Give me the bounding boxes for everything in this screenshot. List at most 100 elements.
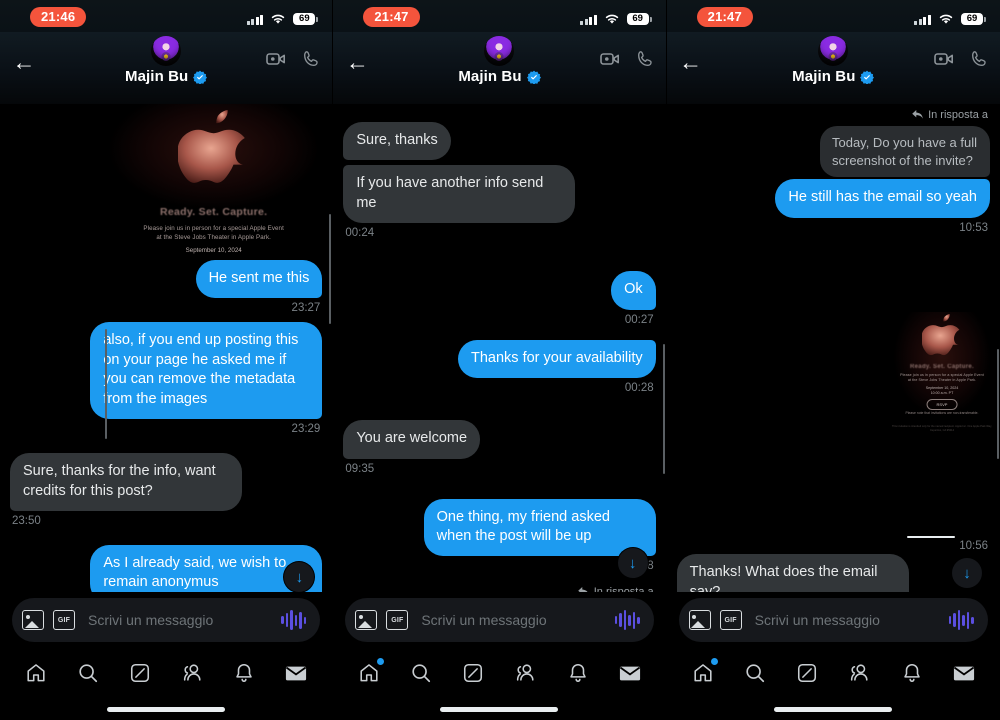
message-timestamp: 10:53 [959,221,988,234]
home-unread-badge [710,658,718,665]
chat-panel-3: 21:47 69 ← Majin Bu In risposta a Today,… [666,0,1000,720]
status-bar: 21:47 69 [333,0,666,32]
message-input[interactable]: Scrivi un messaggio [84,612,272,628]
nav-messages-icon[interactable] [279,656,313,690]
nav-messages-icon[interactable] [947,656,981,690]
nav-communities-icon[interactable] [508,656,542,690]
message-input[interactable]: Scrivi un messaggio [751,612,940,628]
nav-notifications-icon[interactable] [895,656,929,690]
gif-picker-icon[interactable]: GIF [53,610,75,630]
chat-header: ← Majin Bu [0,32,333,104]
message-bubble-outgoing[interactable]: He still has the email so yeah [775,179,990,218]
voice-call-icon[interactable] [302,50,320,68]
message-timestamp: 09:35 [345,462,375,475]
message-row[interactable]: Ok [333,271,665,310]
voice-message-icon[interactable] [281,610,310,630]
message-bubble-outgoing[interactable]: also, if you end up posting this on your… [90,322,323,420]
apple-event-invite-image[interactable]: Ready. Set. Capture. Please join us in p… [105,104,323,254]
three-panel-screenshot-strip: 21:46 69 ← Majin Bu Ready. Set. Capture.… [0,0,1000,720]
image-picker-icon[interactable] [688,610,711,630]
nav-communities-icon[interactable] [175,656,209,690]
message-bubble-outgoing[interactable]: Thanks for your availability [457,339,656,379]
bottom-nav [0,648,332,698]
message-row[interactable]: If you have another info send me [333,165,665,224]
nav-compose-icon[interactable] [790,656,824,690]
chat-header: ← Majin Bu [666,32,1000,104]
status-clock: 21:46 [30,7,87,27]
nav-notifications-icon[interactable] [227,656,261,690]
message-row[interactable]: Sure, thanks for the info, want credits … [0,453,332,511]
video-call-icon[interactable] [934,51,954,67]
message-composer[interactable]: GIF Scrivi un messaggio [345,598,654,642]
image-scrollbar-thumb [105,329,107,439]
invite-rsvp-button[interactable]: RSVP [926,398,958,410]
message-attachment-row[interactable]: Ready. Set. Capture. Please join us in p… [0,104,332,254]
message-row[interactable]: One thing, my friend asked when the post… [333,498,665,557]
message-row[interactable]: He still has the email so yeah [667,179,1000,218]
quoted-message-bubble[interactable]: Today, Do you have a full screenshot of … [819,126,990,178]
voice-call-icon[interactable] [636,50,654,68]
message-row[interactable]: He sent me this [0,260,332,299]
video-call-icon[interactable] [266,51,286,67]
message-list[interactable]: Ready. Set. Capture. Please join us in p… [0,104,333,600]
message-row[interactable]: You are welcome [333,420,665,459]
nav-search-icon[interactable] [71,656,105,690]
video-call-icon[interactable] [599,51,620,67]
header-actions [266,50,320,68]
message-bubble-outgoing[interactable]: Ok [611,271,656,310]
message-list[interactable]: Sure, thanks If you have another info se… [333,104,666,600]
nav-notifications-icon[interactable] [561,656,595,690]
message-bubble-incoming[interactable]: Sure, thanks [343,122,451,161]
status-bar: 21:47 69 [666,0,1000,32]
status-icons: 69 [580,7,652,25]
apple-event-invite-image[interactable]: Ready. Set. Capture. Please join us in p… [891,311,992,460]
scrollbar-thumb[interactable] [662,344,665,474]
message-composer[interactable]: GIF Scrivi un messaggio [12,598,321,642]
verified-badge-icon [526,70,541,84]
gif-picker-icon[interactable]: GIF [386,610,409,630]
nav-search-icon[interactable] [404,656,438,690]
status-icons: 69 [246,7,319,25]
nav-communities-icon[interactable] [842,656,876,690]
message-row[interactable]: Thanks for your availability [333,339,665,379]
voice-call-icon[interactable] [970,50,988,68]
voice-message-icon[interactable] [614,610,644,630]
nav-home-icon[interactable] [19,656,53,690]
battery-icon: 69 [293,13,319,25]
message-row[interactable]: Sure, thanks [333,122,665,161]
nav-compose-icon[interactable] [123,656,157,690]
chat-panel-1: 21:46 69 ← Majin Bu Ready. Set. Capture.… [0,0,334,720]
message-bubble-outgoing[interactable]: One thing, my friend asked when the post… [423,498,656,557]
invite-subtitle-2: at the Steve Jobs Theater in Apple Park. [156,234,271,241]
message-attachment-row[interactable]: Ready. Set. Capture. Please join us in p… [667,311,1000,460]
message-bubble-incoming[interactable]: If you have another info send me [343,165,576,224]
voice-message-icon[interactable] [948,610,978,630]
nav-home-icon[interactable] [352,656,386,690]
nav-compose-icon[interactable] [456,656,490,690]
message-composer[interactable]: GIF Scrivi un messaggio [678,598,988,642]
message-bubble-incoming[interactable]: Sure, thanks for the info, want credits … [10,453,242,511]
nav-search-icon[interactable] [738,656,772,690]
quoted-message-row[interactable]: Today, Do you have a full screenshot of … [667,126,1000,178]
nav-home-icon[interactable] [686,656,720,690]
message-bubble-outgoing[interactable]: He sent me this [195,260,323,299]
wifi-icon [270,13,286,25]
apple-logo-icon [921,313,960,355]
nav-messages-icon[interactable] [613,656,647,690]
avatar[interactable] [818,36,849,66]
message-list[interactable]: In risposta a Today, Do you have a full … [666,104,1000,600]
message-bubble-incoming[interactable]: You are welcome [343,420,481,459]
scrollbar-thumb[interactable] [996,349,999,459]
reply-indicator-label: In risposta a [928,108,988,121]
avatar[interactable] [151,36,182,66]
gif-picker-icon[interactable]: GIF [719,610,742,630]
scroll-to-bottom-button[interactable]: ↓ [951,558,982,588]
image-picker-icon[interactable] [355,610,378,630]
scroll-to-bottom-button[interactable]: ↓ [617,548,648,578]
message-row[interactable]: also, if you end up posting this on your… [0,322,332,420]
image-picker-icon[interactable] [22,610,44,630]
message-input[interactable]: Scrivi un messaggio [417,612,605,628]
battery-level: 69 [626,13,649,25]
verified-badge-icon [193,70,208,84]
avatar[interactable] [484,36,515,66]
